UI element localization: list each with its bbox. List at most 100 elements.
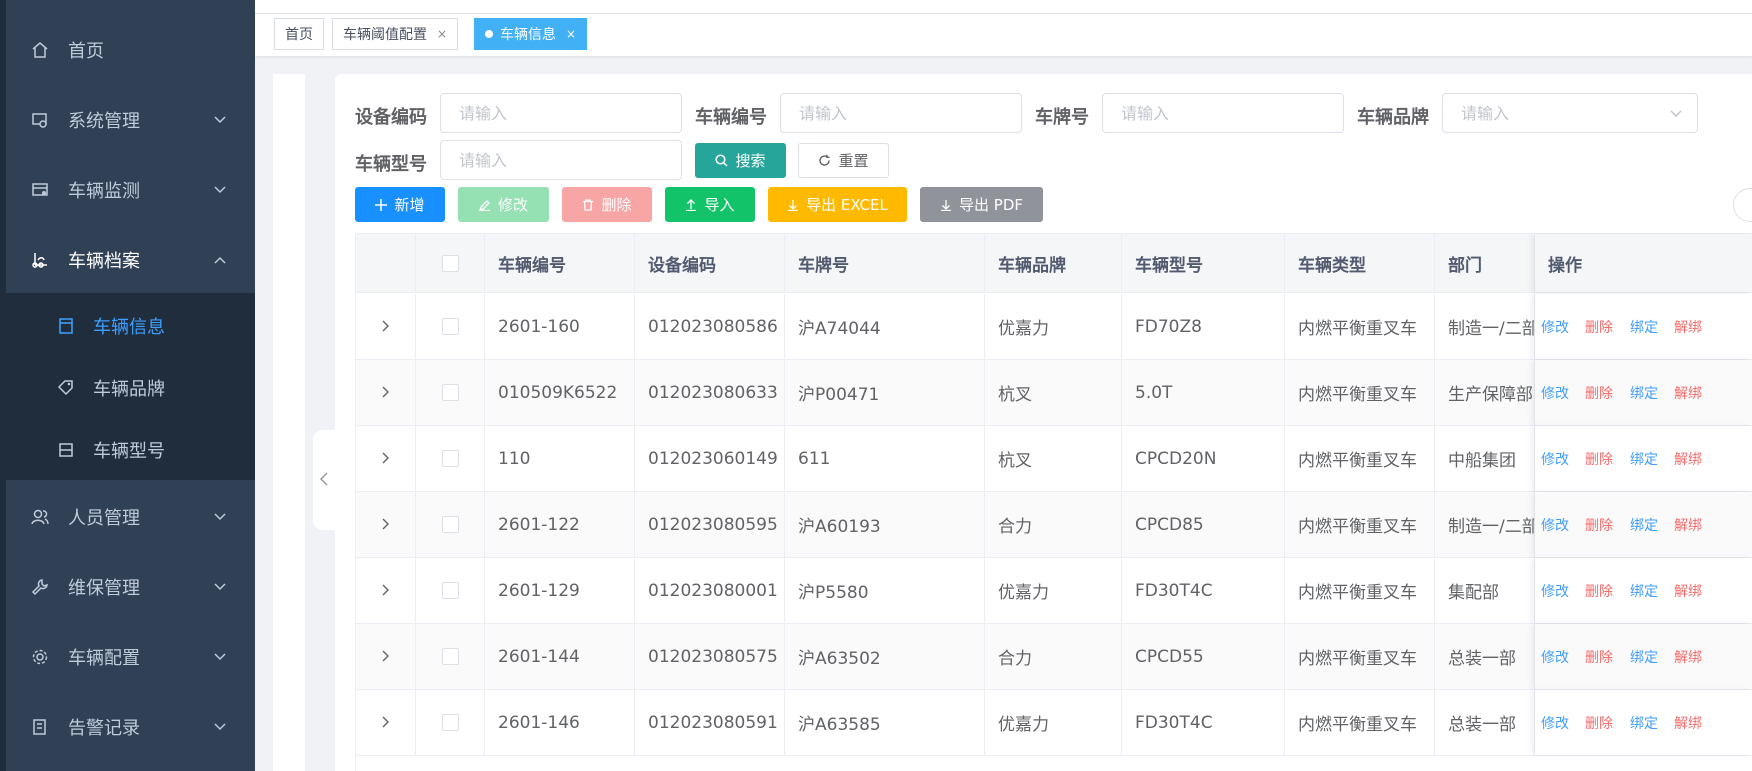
trash-icon — [582, 198, 594, 211]
table-row[interactable]: 2601-144 012023080575 沪A63502 合力 CPCD55 … — [356, 624, 1752, 690]
row-bind-link[interactable]: 绑定 — [1630, 624, 1658, 689]
sidebar-item-monitor[interactable]: 车辆监测 — [6, 155, 255, 225]
export-excel-button[interactable]: 导出 EXCEL — [768, 187, 907, 222]
sidebar-subitem-vehicle-model[interactable]: 车辆型号 — [6, 419, 255, 481]
row-checkbox[interactable] — [442, 582, 459, 599]
tab-vehicle-info[interactable]: 车辆信息 × — [474, 18, 588, 50]
row-edit-link[interactable]: 修改 — [1541, 558, 1569, 623]
chevron-right-icon[interactable] — [382, 383, 390, 403]
sidebar-subitem-vehicle-info[interactable]: 车辆信息 — [6, 295, 255, 357]
row-edit-link[interactable]: 修改 — [1541, 360, 1569, 425]
cell-type: 内燃平衡重叉车 — [1285, 624, 1435, 689]
sidebar-item-alarm-record[interactable]: 告警记录 — [6, 692, 255, 762]
sidebar-item-config[interactable]: 车辆配置 — [6, 622, 255, 692]
row-bind-link[interactable]: 绑定 — [1630, 492, 1658, 557]
table-row[interactable]: 110 012023060149 611 杭叉 CPCD20N 内燃平衡重叉车 … — [356, 426, 1752, 492]
column-header[interactable]: 车辆型号 — [1122, 234, 1285, 292]
row-delete-link[interactable]: 删除 — [1585, 426, 1613, 491]
row-bind-link[interactable]: 绑定 — [1630, 558, 1658, 623]
row-unbind-link[interactable]: 解绑 — [1674, 492, 1702, 557]
row-checkbox[interactable] — [442, 648, 459, 665]
row-unbind-link[interactable]: 解绑 — [1674, 426, 1702, 491]
row-checkbox[interactable] — [442, 318, 459, 335]
chevron-right-icon[interactable] — [382, 515, 390, 535]
row-bind-link[interactable]: 绑定 — [1630, 690, 1658, 755]
row-edit-link[interactable]: 修改 — [1541, 690, 1569, 755]
column-header[interactable]: 车辆类型 — [1285, 234, 1435, 292]
table-row[interactable]: 2601-122 012023080595 沪A60193 合力 CPCD85 … — [356, 492, 1752, 558]
chevron-right-icon[interactable] — [382, 581, 390, 601]
sidebar-item-home[interactable]: 首页 — [6, 15, 255, 85]
column-header[interactable]: 车辆编号 — [485, 234, 635, 292]
vehicle-no-input[interactable] — [780, 93, 1022, 133]
chevron-right-icon[interactable] — [382, 647, 390, 667]
tab-threshold-config[interactable]: 车辆阈值配置 × — [332, 18, 459, 50]
system-icon — [30, 110, 50, 130]
row-unbind-link[interactable]: 解绑 — [1674, 294, 1702, 359]
row-delete-link[interactable]: 删除 — [1585, 360, 1613, 425]
column-header[interactable]: 部门 — [1435, 234, 1535, 292]
chevron-right-icon[interactable] — [382, 317, 390, 337]
sidebar-subitem-label: 车辆品牌 — [93, 379, 165, 400]
table-row[interactable]: 2601-160 012023080586 沪A74044 优嘉力 FD70Z8… — [356, 294, 1752, 360]
add-button[interactable]: 新增 — [355, 187, 445, 222]
row-edit-link[interactable]: 修改 — [1541, 294, 1569, 359]
operations-cell: 修改 删除 绑定 解绑 — [1535, 426, 1752, 491]
row-delete-link[interactable]: 删除 — [1585, 558, 1613, 623]
row-bind-link[interactable]: 绑定 — [1630, 426, 1658, 491]
operations-cell: 修改 删除 绑定 解绑 — [1535, 690, 1752, 755]
sidebar-item-people[interactable]: 人员管理 — [6, 482, 255, 552]
sidebar-subitem-vehicle-brand[interactable]: 车辆品牌 — [6, 357, 255, 419]
chevron-right-icon[interactable] — [382, 449, 390, 469]
select-all-checkbox[interactable] — [442, 254, 459, 272]
sidebar-item-maintenance[interactable]: 维保管理 — [6, 552, 255, 622]
row-edit-link[interactable]: 修改 — [1541, 624, 1569, 689]
row-delete-link[interactable]: 删除 — [1585, 294, 1613, 359]
edit-button[interactable]: 修改 — [458, 187, 549, 222]
row-checkbox[interactable] — [442, 516, 459, 533]
search-button[interactable]: 搜索 — [695, 143, 786, 178]
row-delete-link[interactable]: 删除 — [1585, 690, 1613, 755]
row-edit-link[interactable]: 修改 — [1541, 426, 1569, 491]
chevron-down-icon — [213, 510, 227, 524]
sidebar-item-system[interactable]: 系统管理 — [6, 85, 255, 155]
tree-panel — [273, 74, 305, 771]
table-row[interactable]: 2601-129 012023080001 沪P5580 优嘉力 FD30T4C… — [356, 558, 1752, 624]
cell-type: 内燃平衡重叉车 — [1285, 690, 1435, 755]
close-icon[interactable]: × — [437, 27, 447, 41]
column-header[interactable]: 车牌号 — [785, 234, 985, 292]
row-checkbox[interactable] — [442, 384, 459, 401]
column-header[interactable]: 车辆品牌 — [985, 234, 1122, 292]
tab-home[interactable]: 首页 — [274, 18, 324, 50]
plate-input[interactable] — [1102, 93, 1344, 133]
table-row[interactable]: 2601-146 012023080591 沪A63585 优嘉力 FD30T4… — [356, 690, 1752, 756]
collapse-panel-button[interactable] — [313, 430, 335, 530]
row-unbind-link[interactable]: 解绑 — [1674, 624, 1702, 689]
reset-button[interactable]: 重置 — [798, 143, 889, 178]
brand-select[interactable] — [1442, 93, 1698, 133]
row-edit-link[interactable]: 修改 — [1541, 492, 1569, 557]
row-bind-link[interactable]: 绑定 — [1630, 360, 1658, 425]
column-header[interactable]: 设备编码 — [635, 234, 785, 292]
row-delete-link[interactable]: 删除 — [1585, 624, 1613, 689]
row-checkbox[interactable] — [442, 714, 459, 731]
chevron-right-icon[interactable] — [382, 713, 390, 733]
table-row[interactable]: 010509K6522 012023080633 沪P00471 杭叉 5.0T… — [356, 360, 1752, 426]
model-input[interactable] — [440, 140, 682, 180]
row-unbind-link[interactable]: 解绑 — [1674, 690, 1702, 755]
row-bind-link[interactable]: 绑定 — [1630, 294, 1658, 359]
export-pdf-button[interactable]: 导出 PDF — [920, 187, 1043, 222]
import-button[interactable]: 导入 — [665, 187, 755, 222]
row-unbind-link[interactable]: 解绑 — [1674, 360, 1702, 425]
delete-button[interactable]: 删除 — [562, 187, 652, 222]
row-delete-link[interactable]: 删除 — [1585, 492, 1613, 557]
close-icon[interactable]: × — [566, 27, 576, 41]
plus-icon — [375, 198, 388, 211]
cell-model: FD70Z8 — [1122, 294, 1285, 359]
device-code-input[interactable] — [440, 93, 682, 133]
row-checkbox[interactable] — [442, 450, 459, 467]
row-unbind-link[interactable]: 解绑 — [1674, 558, 1702, 623]
monitor-icon — [30, 180, 50, 200]
sidebar-item-archive[interactable]: 车辆档案 — [6, 225, 255, 295]
expand-cell — [356, 426, 416, 491]
